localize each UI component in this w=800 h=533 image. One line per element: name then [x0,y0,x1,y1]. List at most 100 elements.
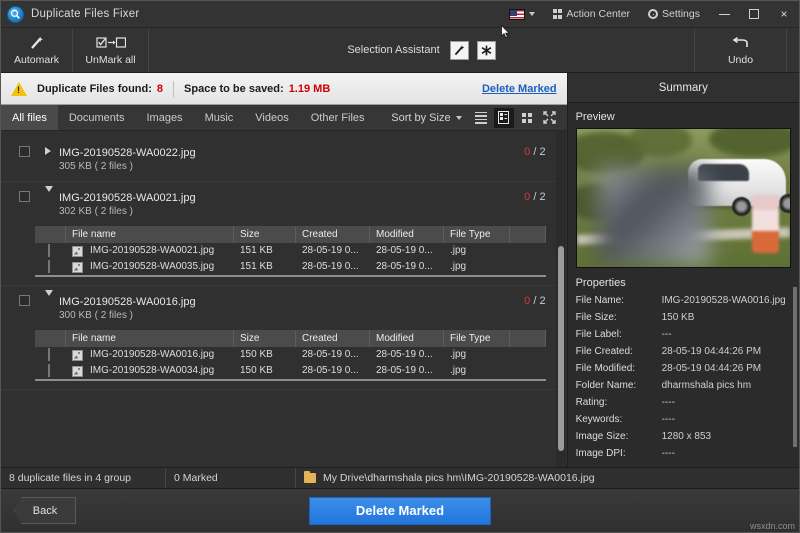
scrollbar-thumb[interactable] [558,246,564,451]
group-header[interactable]: IMG-20190528-WA0016.jpg 300 KB ( 2 files… [1,292,556,326]
view-fullscreen-button[interactable] [540,108,560,128]
th-file-type[interactable]: File Type [444,226,510,243]
group-marked-count: 0 / 2 [516,295,545,307]
selection-assistant-sparkle-button[interactable] [477,41,496,60]
group-name: IMG-20190528-WA0021.jpg [59,191,516,205]
action-center-label: Action Center [566,8,630,20]
unmark-all-button[interactable]: UnMark all [73,28,149,72]
image-thumbnail-icon [72,246,83,257]
sort-by-label: Sort by Size [391,112,450,124]
list-scrollbar[interactable] [556,131,566,467]
table-row[interactable]: IMG-20190528-WA0034.jpg 150 KB 28-05-19 … [35,363,546,379]
table-row[interactable]: IMG-20190528-WA0016.jpg 150 KB 28-05-19 … [35,347,546,363]
th-created[interactable]: Created [296,330,370,347]
property-key: File Size: [576,310,662,325]
us-flag-icon [509,9,525,20]
grid-icon [553,9,563,19]
magic-wand-icon [453,44,466,57]
group-checkbox[interactable] [19,146,30,157]
action-center-button[interactable]: Action Center [544,1,639,27]
detail-view-icon [498,111,509,124]
view-list-button[interactable] [471,108,491,128]
tab-documents[interactable]: Documents [58,105,136,130]
th-modified[interactable]: Modified [370,226,444,243]
property-value: 1280 x 853 [662,429,791,444]
property-key: File Created: [576,344,662,359]
main-body: Duplicate Files found: 8 Space to be sav… [1,73,799,467]
th-filler [510,226,546,243]
th-modified[interactable]: Modified [370,330,444,347]
tab-videos[interactable]: Videos [244,105,299,130]
row-checkbox[interactable] [48,244,50,257]
settings-button[interactable]: Settings [639,1,709,27]
property-row: Keywords:---- [576,412,791,429]
chevron-down-icon [529,12,535,16]
th-size[interactable]: Size [234,226,296,243]
table-row[interactable]: IMG-20190528-WA0021.jpg 151 KB 28-05-19 … [35,243,546,259]
duplicates-found-value: 8 [157,83,163,95]
tab-images[interactable]: Images [135,105,193,130]
group-header[interactable]: IMG-20190528-WA0022.jpg 305 KB ( 2 files… [1,143,556,177]
table-row[interactable]: IMG-20190528-WA0035.jpg 151 KB 28-05-19 … [35,259,546,275]
back-button[interactable]: Back [14,497,76,524]
image-preview[interactable] [576,128,791,268]
minimize-button[interactable] [709,1,739,28]
maximize-button[interactable] [739,1,769,28]
property-value: ---- [662,395,791,410]
view-detail-button[interactable] [494,108,514,128]
property-key: Image DPI: [576,446,662,461]
group-size-info: 302 KB ( 2 files ) [59,205,516,219]
group-meta: IMG-20190528-WA0016.jpg 300 KB ( 2 files… [59,295,516,323]
cell-file-name: IMG-20190528-WA0035.jpg [90,259,214,275]
settings-label: Settings [662,8,700,20]
th-file-type[interactable]: File Type [444,330,510,347]
tab-other-files[interactable]: Other Files [300,105,376,130]
th-checkbox [35,226,66,243]
th-size[interactable]: Size [234,330,296,347]
filter-tabbar: All files Documents Images Music Videos … [1,105,567,131]
delete-marked-link[interactable]: Delete Marked [482,83,557,95]
cell-file-type: .jpg [444,259,510,275]
th-file-name[interactable]: File name [66,226,234,243]
cell-created: 28-05-19 0... [296,259,370,275]
expand-toggle[interactable] [45,295,59,314]
cell-created: 28-05-19 0... [296,243,370,259]
language-selector[interactable] [500,1,544,27]
selection-assistant-wand-button[interactable] [450,41,469,60]
row-checkbox[interactable] [48,260,50,273]
tab-music[interactable]: Music [194,105,245,130]
expand-toggle[interactable] [45,191,59,210]
close-button[interactable]: × [769,1,799,28]
duplicates-found: Duplicate Files found: 8 [37,83,163,95]
close-icon: × [780,7,787,21]
cell-created: 28-05-19 0... [296,363,370,379]
undo-button[interactable]: Undo [695,28,787,72]
row-checkbox[interactable] [48,348,50,361]
main-toolbar: Automark UnMark all Selection Assistant … [1,28,799,73]
expand-toggle[interactable] [45,146,59,155]
property-row: File Size:150 KB [576,310,791,327]
delete-marked-button[interactable]: Delete Marked [309,497,491,525]
cell-file-name: IMG-20190528-WA0021.jpg [90,243,214,259]
automark-label: Automark [14,54,59,66]
th-created[interactable]: Created [296,226,370,243]
th-file-name[interactable]: File name [66,330,234,347]
tab-all-files[interactable]: All files [1,105,58,130]
automark-button[interactable]: Automark [1,28,73,72]
property-key: File Modified: [576,361,662,376]
chevron-down-icon [45,290,53,313]
property-value: ---- [662,412,791,427]
cell-size: 150 KB [234,363,296,379]
properties-scrollbar-thumb[interactable] [793,287,797,447]
sort-by-dropdown[interactable]: Sort by Size [391,112,467,124]
space-saved-label: Space to be saved: [184,83,284,95]
property-key: Folder Name: [576,378,662,393]
group-header[interactable]: IMG-20190528-WA0021.jpg 302 KB ( 2 files… [1,188,556,222]
toolbar-filler [787,28,799,72]
group-checkbox[interactable] [19,191,30,202]
row-checkbox[interactable] [48,364,50,377]
group-checkbox[interactable] [19,295,30,306]
view-grid-button[interactable] [517,108,537,128]
property-value: ---- [662,446,791,461]
group-size-info: 300 KB ( 2 files ) [59,309,516,323]
